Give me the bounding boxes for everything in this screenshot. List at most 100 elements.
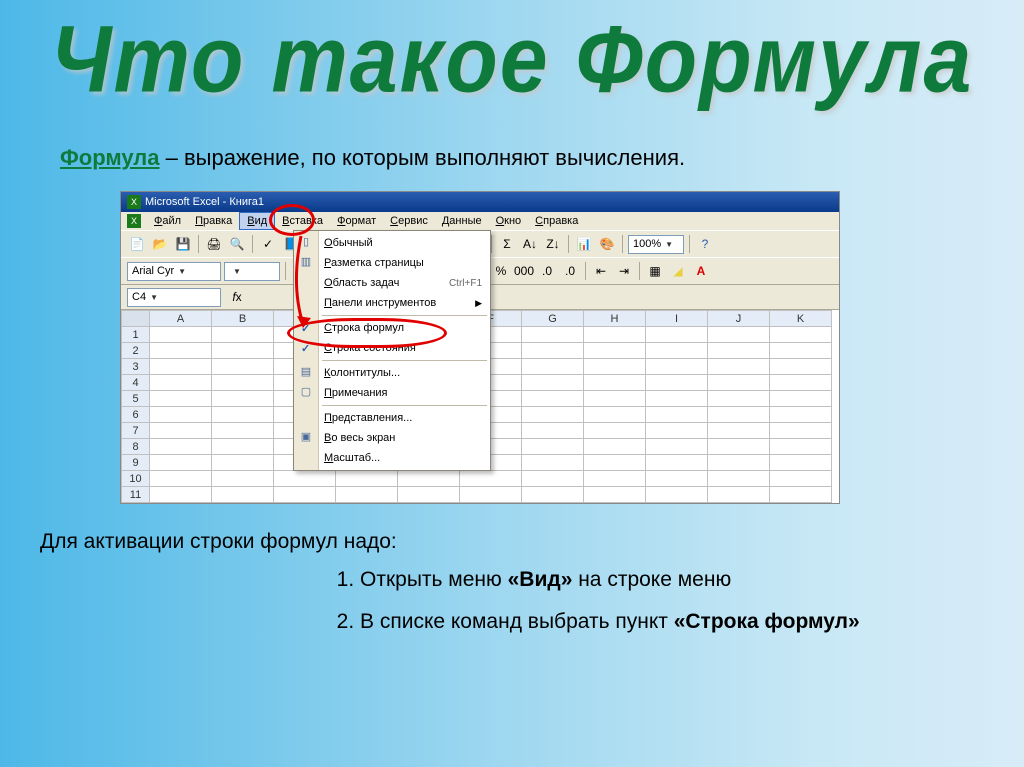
row-header[interactable]: 5	[122, 391, 150, 407]
print-button[interactable]: 🖨	[204, 234, 224, 254]
row-header[interactable]: 8	[122, 439, 150, 455]
cell[interactable]	[770, 327, 832, 343]
cell[interactable]	[212, 439, 274, 455]
menu-файл[interactable]: Файл	[147, 213, 188, 229]
open-button[interactable]: 📂	[150, 234, 170, 254]
cell[interactable]	[646, 327, 708, 343]
menu-item[interactable]: Панели инструментов▶	[294, 293, 490, 313]
column-header[interactable]: H	[584, 311, 646, 327]
menu-правка[interactable]: Правка	[188, 213, 239, 229]
save-button[interactable]: 💾	[173, 234, 193, 254]
cell[interactable]	[274, 471, 336, 487]
cell[interactable]	[150, 471, 212, 487]
inc-decimal-button[interactable]: .0	[537, 261, 557, 281]
menu-окно[interactable]: Окно	[489, 213, 529, 229]
cell[interactable]	[584, 439, 646, 455]
cell[interactable]	[522, 343, 584, 359]
dec-indent-button[interactable]: ⇤	[591, 261, 611, 281]
menu-item[interactable]: Представления...	[294, 408, 490, 428]
cell[interactable]	[150, 343, 212, 359]
menu-item[interactable]: Строка формул	[294, 318, 490, 338]
cell[interactable]	[522, 439, 584, 455]
comma-button[interactable]: 000	[514, 261, 534, 281]
cell[interactable]	[708, 327, 770, 343]
cell[interactable]	[584, 423, 646, 439]
cell[interactable]	[212, 423, 274, 439]
cell[interactable]	[646, 375, 708, 391]
cell[interactable]	[274, 487, 336, 503]
cell[interactable]	[584, 471, 646, 487]
cell[interactable]	[770, 455, 832, 471]
cell[interactable]	[770, 471, 832, 487]
autosum-button[interactable]: Σ	[497, 234, 517, 254]
zoom-combo[interactable]: 100%▼	[628, 235, 684, 254]
cell[interactable]	[584, 327, 646, 343]
cell[interactable]	[708, 471, 770, 487]
cell[interactable]	[212, 455, 274, 471]
cell[interactable]	[398, 487, 460, 503]
fx-button[interactable]: fx	[227, 287, 247, 307]
cell[interactable]	[522, 423, 584, 439]
cell[interactable]	[212, 343, 274, 359]
cell[interactable]	[212, 375, 274, 391]
sort-asc-button[interactable]: A↓	[520, 234, 540, 254]
cell[interactable]	[522, 455, 584, 471]
cell[interactable]	[460, 471, 522, 487]
cell[interactable]	[646, 391, 708, 407]
cell[interactable]	[150, 327, 212, 343]
menu-item[interactable]: ▥Разметка страницы	[294, 253, 490, 273]
cell[interactable]	[522, 471, 584, 487]
cell[interactable]	[522, 407, 584, 423]
column-header[interactable]: I	[646, 311, 708, 327]
menu-вид[interactable]: Вид	[239, 212, 275, 230]
cell[interactable]	[708, 343, 770, 359]
cell[interactable]	[708, 423, 770, 439]
row-header[interactable]: 10	[122, 471, 150, 487]
cell[interactable]	[584, 487, 646, 503]
cell[interactable]	[770, 439, 832, 455]
cell[interactable]	[708, 439, 770, 455]
cell[interactable]	[460, 487, 522, 503]
cell[interactable]	[708, 359, 770, 375]
sort-desc-button[interactable]: Z↓	[543, 234, 563, 254]
menu-сервис[interactable]: Сервис	[383, 213, 435, 229]
cell[interactable]	[212, 391, 274, 407]
cell[interactable]	[646, 471, 708, 487]
cell[interactable]	[770, 343, 832, 359]
cell[interactable]	[212, 407, 274, 423]
cell[interactable]	[522, 327, 584, 343]
row-header[interactable]: 3	[122, 359, 150, 375]
row-header[interactable]: 6	[122, 407, 150, 423]
column-header[interactable]: A	[150, 311, 212, 327]
inc-indent-button[interactable]: ⇥	[614, 261, 634, 281]
cell[interactable]	[150, 375, 212, 391]
cell[interactable]	[336, 471, 398, 487]
drawing-button[interactable]: 🎨	[597, 234, 617, 254]
row-header[interactable]: 1	[122, 327, 150, 343]
percent-button[interactable]: %	[491, 261, 511, 281]
row-header[interactable]: 4	[122, 375, 150, 391]
cell[interactable]	[770, 359, 832, 375]
name-box[interactable]: C4▼	[127, 288, 221, 307]
cell[interactable]	[150, 407, 212, 423]
spelling-button[interactable]: ✓	[258, 234, 278, 254]
cell[interactable]	[584, 375, 646, 391]
cell[interactable]	[522, 375, 584, 391]
cell[interactable]	[708, 407, 770, 423]
row-header[interactable]: 11	[122, 487, 150, 503]
chart-button[interactable]: 📊	[574, 234, 594, 254]
menu-данные[interactable]: Данные	[435, 213, 489, 229]
column-header[interactable]: G	[522, 311, 584, 327]
cell[interactable]	[212, 487, 274, 503]
cell[interactable]	[770, 391, 832, 407]
row-header[interactable]: 2	[122, 343, 150, 359]
menu-item[interactable]: Строка состояния	[294, 338, 490, 358]
menu-item[interactable]: Область задачCtrl+F1	[294, 273, 490, 293]
menu-item[interactable]: ▯Обычный	[294, 233, 490, 253]
cell[interactable]	[336, 487, 398, 503]
cell[interactable]	[522, 391, 584, 407]
cell[interactable]	[212, 327, 274, 343]
font-name-combo[interactable]: Arial Cyr▼	[127, 262, 221, 281]
column-header[interactable]: K	[770, 311, 832, 327]
cell[interactable]	[646, 423, 708, 439]
